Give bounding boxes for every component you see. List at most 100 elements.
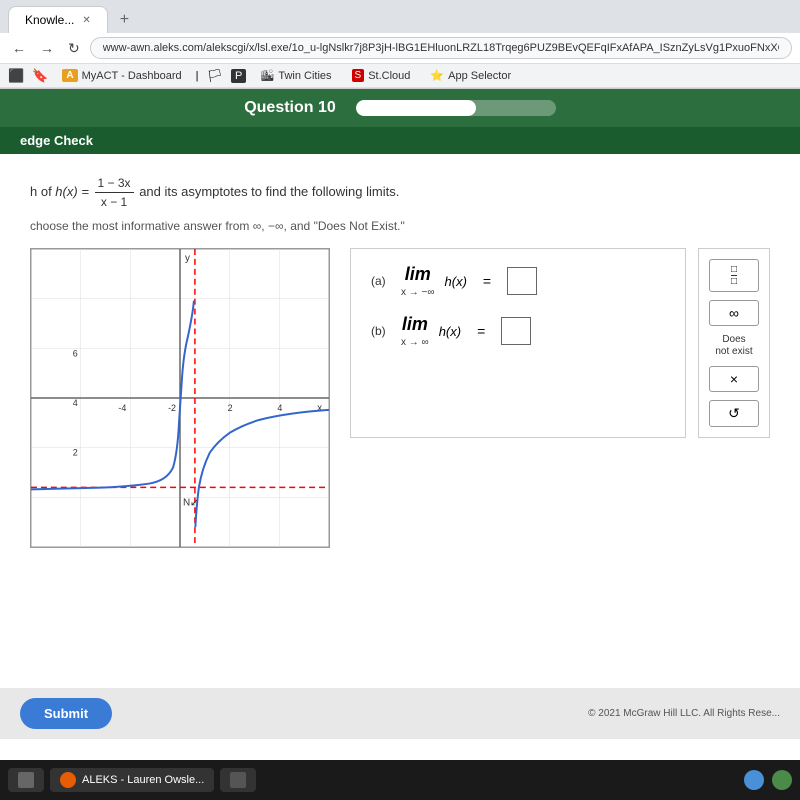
times-option-button[interactable]: × [709,366,759,392]
desc-end: and its asymptotes to find the following… [139,184,399,199]
bookmark-appselector[interactable]: ⭐ App Selector [424,67,517,84]
fraction-option-button[interactable]: □□ [709,259,759,292]
bookmark-appselector-label: App Selector [448,70,511,82]
bookmark-twincities[interactable]: 🏙 Twin Cities [254,67,337,84]
answer-area: (a) lim x → −∞ h(x) = (b) lim [350,248,770,438]
h-x-b: h(x) [439,324,461,339]
answer-box-a[interactable] [507,267,537,295]
active-tab[interactable]: Knowle... ✕ [8,6,108,33]
bookmark-stcloud[interactable]: S St.Cloud [346,67,417,84]
toolbar-icon-2[interactable]: 🔖 [32,68,48,84]
file-explorer-icon [18,772,34,788]
limit-row-a: (a) lim x → −∞ h(x) = [371,264,665,298]
main-content: h of h(x) = 1 − 3x x − 1 and its asympto… [0,154,800,764]
bookmark-sep1: | [196,70,199,82]
question-label: Question 10 [244,99,336,117]
taskbar-aleks[interactable]: ALEKS - Lauren Owsle... [50,768,214,792]
aleks-icon [60,772,76,788]
back-button[interactable]: ← [8,38,30,58]
address-input[interactable] [90,37,792,59]
function-label: h(x) = [55,184,92,199]
bookmark-myact-label: MyACT - Dashboard [82,70,182,82]
limit-subscript-b: x → ∞ [401,337,429,348]
browser-chrome: Knowle... ✕ + ← → ↻ ⬛ 🔖 A MyACT - Dashbo… [0,0,800,89]
page-content: Question 10 edge Check h of h(x) = 1 − 3… [0,89,800,779]
part-a-label: (a) [371,274,391,288]
times-icon: × [730,371,738,387]
submit-button[interactable]: Submit [20,698,112,729]
infinity-option-button[interactable]: ∞ [709,300,759,326]
lim-text-b: lim [402,314,428,335]
answer-box-b[interactable] [501,317,531,345]
svg-text:y: y [185,253,190,264]
fraction-numerator: 1 − 3x [95,174,134,193]
bookmark-myact[interactable]: A MyACT - Dashboard [56,67,187,84]
lim-expr-b: lim x → ∞ [401,314,429,348]
desc-start: h of [30,184,55,199]
progress-bar-container [356,100,556,116]
lim-expr-a: lim x → −∞ [401,264,435,298]
tab-bar: Knowle... ✕ + [0,0,800,33]
bookmarks-bar: ⬛ 🔖 A MyACT - Dashboard | 🏳 P 🏙 Twin Cit… [0,64,800,88]
taskbar-extra-icon [230,772,246,788]
svg-text:2: 2 [73,448,78,458]
copyright-text: © 2021 McGraw Hill LLC. All Rights Rese.… [588,708,780,719]
graph-container: y x 6 4 2 -4 -2 2 4 [30,248,330,548]
part-b-label: (b) [371,324,391,338]
toolbar-icon-p[interactable]: P [231,69,246,83]
taskbar-extra[interactable] [220,768,256,792]
function-fraction: 1 − 3x x − 1 [95,174,134,211]
svg-text:4: 4 [277,403,282,413]
volume-tray-icon [772,770,792,790]
equals-a: = [483,273,491,289]
svg-text:4: 4 [73,398,78,408]
appselector-icon: ⭐ [430,69,444,82]
aleks-header: Question 10 [0,89,800,127]
graph-svg: y x 6 4 2 -4 -2 2 4 [31,249,329,547]
does-not-exist-label: Doesnot exist [715,334,752,358]
fraction-denominator: x − 1 [98,193,130,211]
wifi-tray-icon [744,770,764,790]
h-x-a: h(x) [445,274,467,289]
section-title: edge Check [20,133,93,148]
forward-button[interactable]: → [36,38,58,58]
toolbar-icon-1[interactable]: ⬛ [8,68,24,84]
undo-option-button[interactable]: ↺ [709,400,759,427]
tab-title: Knowle... [25,13,74,27]
svg-text:2: 2 [228,403,233,413]
reload-button[interactable]: ↻ [64,38,84,59]
taskbar-file-explorer[interactable] [8,768,44,792]
bookmark-stcloud-label: St.Cloud [368,70,410,82]
bottom-bar: Submit © 2021 McGraw Hill LLC. All Right… [0,688,800,739]
problem-description: h of h(x) = 1 − 3x x − 1 and its asympto… [30,174,770,211]
svg-text:-2: -2 [168,403,176,413]
myact-icon: A [62,69,77,82]
twincities-icon: 🏙 [260,69,274,82]
new-tab-button[interactable]: + [112,7,137,33]
options-panel: □□ ∞ Doesnot exist × ↺ [698,248,770,438]
bookmark-twincities-label: Twin Cities [278,70,331,82]
svg-text:N↙: N↙ [183,497,198,508]
toolbar-icon-flag[interactable]: 🏳 [207,68,224,84]
instruction-text: choose the most informative answer from … [30,219,770,233]
taskbar: ALEKS - Lauren Owsle... [0,760,800,800]
system-tray [744,770,792,790]
tab-close-button[interactable]: ✕ [82,15,90,26]
problem-area: y x 6 4 2 -4 -2 2 4 [30,248,770,548]
sub-header: edge Check [0,127,800,154]
progress-bar-fill [356,100,476,116]
equals-b: = [477,323,485,339]
limits-box: (a) lim x → −∞ h(x) = (b) lim [350,248,686,438]
limit-subscript-a: x → −∞ [401,287,435,298]
svg-text:6: 6 [73,348,78,358]
undo-icon: ↺ [728,405,740,422]
limit-row-b: (b) lim x → ∞ h(x) = [371,314,665,348]
taskbar-aleks-label: ALEKS - Lauren Owsle... [82,774,204,786]
fraction-option-icon: □□ [731,264,737,287]
infinity-icon: ∞ [729,305,739,321]
lim-text-a: lim [405,264,431,285]
address-bar-row: ← → ↻ [0,33,800,64]
svg-text:-4: -4 [118,403,126,413]
svg-text:x: x [317,403,322,414]
stcloud-icon: S [352,69,365,82]
